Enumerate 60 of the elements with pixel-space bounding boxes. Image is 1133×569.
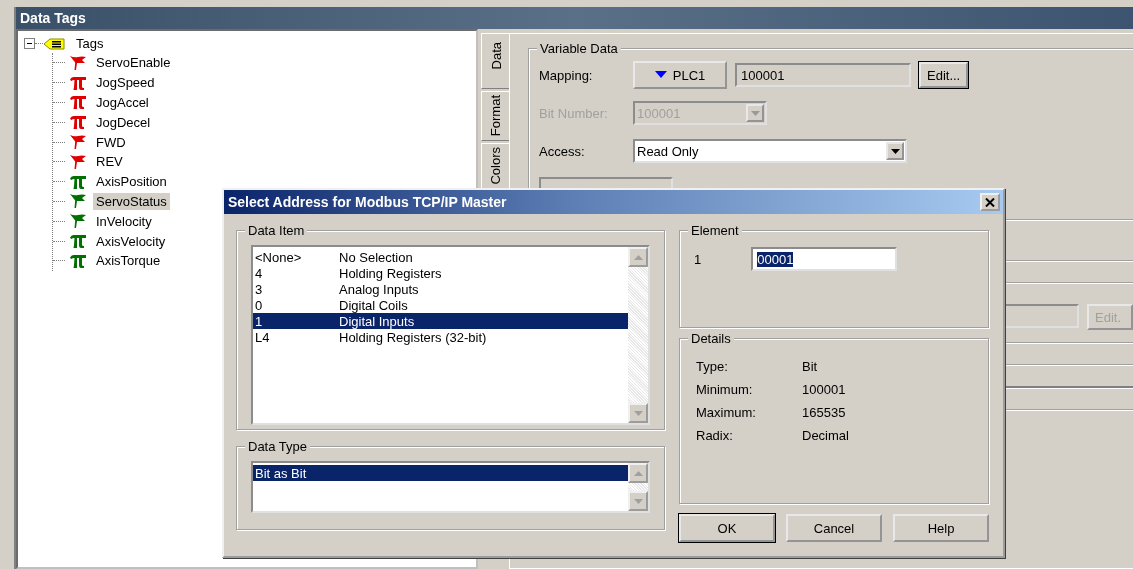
detail-label: Radix: [696,428,734,443]
tree-item[interactable]: AxisPosition [93,173,170,191]
element-field[interactable]: 00001 [751,247,898,271]
edit-button[interactable]: Edit... [919,62,969,88]
tree-item[interactable]: InVelocity [93,212,155,230]
detail-label: Minimum: [696,382,754,397]
list-item[interactable]: L4 Holding Registers (32-bit) [253,329,628,345]
tree-item[interactable]: ServoEnable [93,54,174,72]
dialog-button[interactable]: Help [893,514,989,542]
field-label: Access: [539,143,586,159]
scroll-up-icon [633,254,643,260]
tree-item[interactable]: Tags [73,35,107,52]
field-label: Mapping: [539,67,594,83]
dropdown-arrow-icon [890,148,900,154]
scroll-down-icon [633,498,643,504]
group-title: Variable Data [537,41,621,56]
close-button[interactable] [980,193,1000,211]
group-title: Element [688,223,742,238]
dialog-button[interactable]: Cancel [786,514,882,542]
group-title: Data Item [245,223,308,238]
caret-icon [654,71,667,79]
access-dropdown[interactable]: Read Only [633,139,907,163]
detail-label: Type: [696,359,729,374]
scrollbar[interactable] [628,247,648,423]
collapse-toggle-icon[interactable] [24,38,35,49]
tree-item[interactable]: AxisTorque [93,252,164,270]
tree-item[interactable]: REV [93,153,126,171]
list-item[interactable]: 4 Holding Registers [253,265,628,281]
detail-value: Decimal [802,428,850,443]
tree-item[interactable]: JogAccel [93,94,152,111]
tree-item[interactable]: AxisVelocity [93,232,169,250]
detail-value: 165535 [802,405,847,420]
tree-item[interactable]: JogSpeed [93,74,158,92]
detail-value: 100001 [802,382,847,397]
tree-item[interactable]: JogDecel [93,113,154,131]
list-item[interactable]: Bit as Bit [253,465,628,481]
list-item[interactable]: <None> No Selection [253,249,628,265]
panel-title: Data Tags [20,10,86,26]
device-button[interactable]: PLC1 [633,61,727,89]
address-field[interactable]: 100001 [735,63,911,87]
tag-icon [43,37,65,50]
dialog-button[interactable]: OK [679,514,775,542]
group-title: Data Type [245,439,311,454]
tree-item[interactable]: ServoStatus [93,192,170,210]
close-icon [985,197,995,207]
scroll-down-icon [633,410,643,416]
dropdown-arrow-icon [750,110,760,116]
group-title: Details [688,331,734,346]
list-item[interactable]: 0 Digital Coils [253,297,628,313]
scroll-up-icon [633,470,643,476]
tab[interactable]: Data [481,33,510,89]
detail-label: Maximum: [696,405,757,420]
scrollbar[interactable] [628,463,648,511]
detail-value: Bit [802,359,819,374]
list-item[interactable]: 1 Digital Inputs [253,313,628,329]
list-item[interactable]: 3 Analog Inputs [253,281,628,297]
dialog-title: Select Address for Modbus TCP/IP Master [228,194,507,210]
field-label: 1 [694,251,702,267]
tab[interactable]: Format [481,91,509,141]
tree-item[interactable]: FWD [93,133,129,151]
